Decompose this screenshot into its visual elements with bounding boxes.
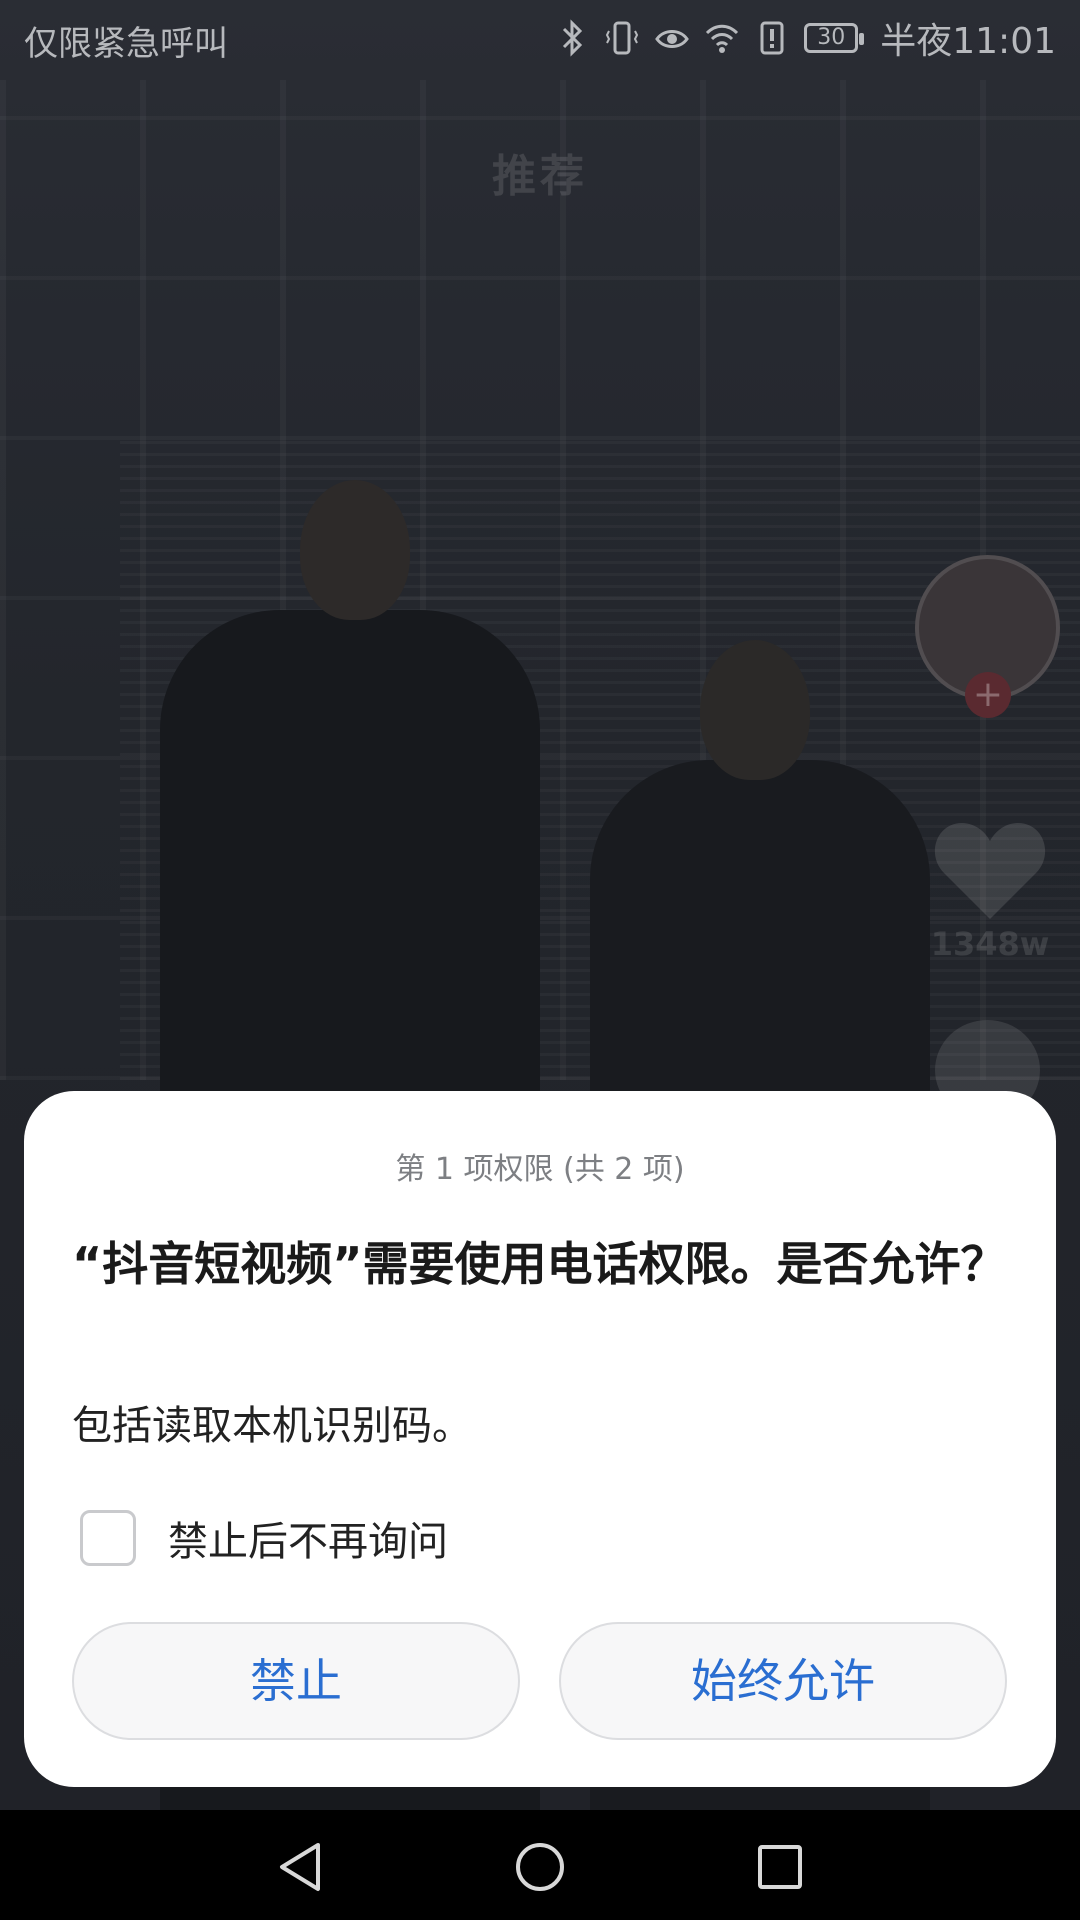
follow-plus-icon: + bbox=[965, 672, 1011, 718]
battery-icon: 30 bbox=[804, 23, 865, 53]
bluetooth-icon bbox=[563, 19, 583, 57]
screen: 推荐 + 1348w 仅限紧急呼叫 30 半夜11:01 第 1 项权限 (共 … bbox=[0, 0, 1080, 1920]
person-left-head bbox=[300, 480, 410, 620]
deny-button[interactable]: 禁止 bbox=[72, 1622, 520, 1740]
always-allow-button[interactable]: 始终允许 bbox=[559, 1622, 1007, 1740]
carrier-text: 仅限紧急呼叫 bbox=[24, 24, 228, 64]
status-icons: 30 半夜11:01 bbox=[554, 12, 1056, 64]
status-bar: 仅限紧急呼叫 30 半夜11:01 bbox=[0, 0, 1080, 76]
home-icon[interactable] bbox=[510, 1837, 570, 1897]
permission-counter: 第 1 项权限 (共 2 项) bbox=[395, 1152, 685, 1187]
heart-icon bbox=[934, 823, 1046, 919]
clock: 半夜11:01 bbox=[880, 21, 1056, 62]
likes-count: 1348w bbox=[930, 925, 1050, 963]
feed-tab-recommend: 推荐 bbox=[492, 151, 588, 202]
alert-icon bbox=[760, 21, 784, 55]
recents-icon[interactable] bbox=[750, 1837, 810, 1897]
eye-comfort-icon bbox=[655, 30, 690, 48]
dialog-description: 包括读取本机识别码。 bbox=[72, 1403, 472, 1449]
dont-ask-again-checkbox[interactable] bbox=[80, 1510, 136, 1566]
dont-ask-again-row[interactable]: 禁止后不再询问 bbox=[80, 1508, 448, 1568]
dialog-title: “抖音短视频”需要使用电话权限。是否允许？ bbox=[72, 1237, 1007, 1291]
dont-ask-again-label[interactable]: 禁止后不再询问 bbox=[168, 1509, 448, 1567]
navigation-bar bbox=[0, 1810, 1080, 1920]
wifi-icon bbox=[706, 24, 739, 53]
person-right-head bbox=[700, 640, 810, 780]
permission-dialog: 第 1 项权限 (共 2 项) “抖音短视频”需要使用电话权限。是否允许？ 包括… bbox=[24, 1091, 1056, 1787]
back-icon[interactable] bbox=[270, 1837, 330, 1897]
vibrate-icon bbox=[606, 21, 639, 55]
